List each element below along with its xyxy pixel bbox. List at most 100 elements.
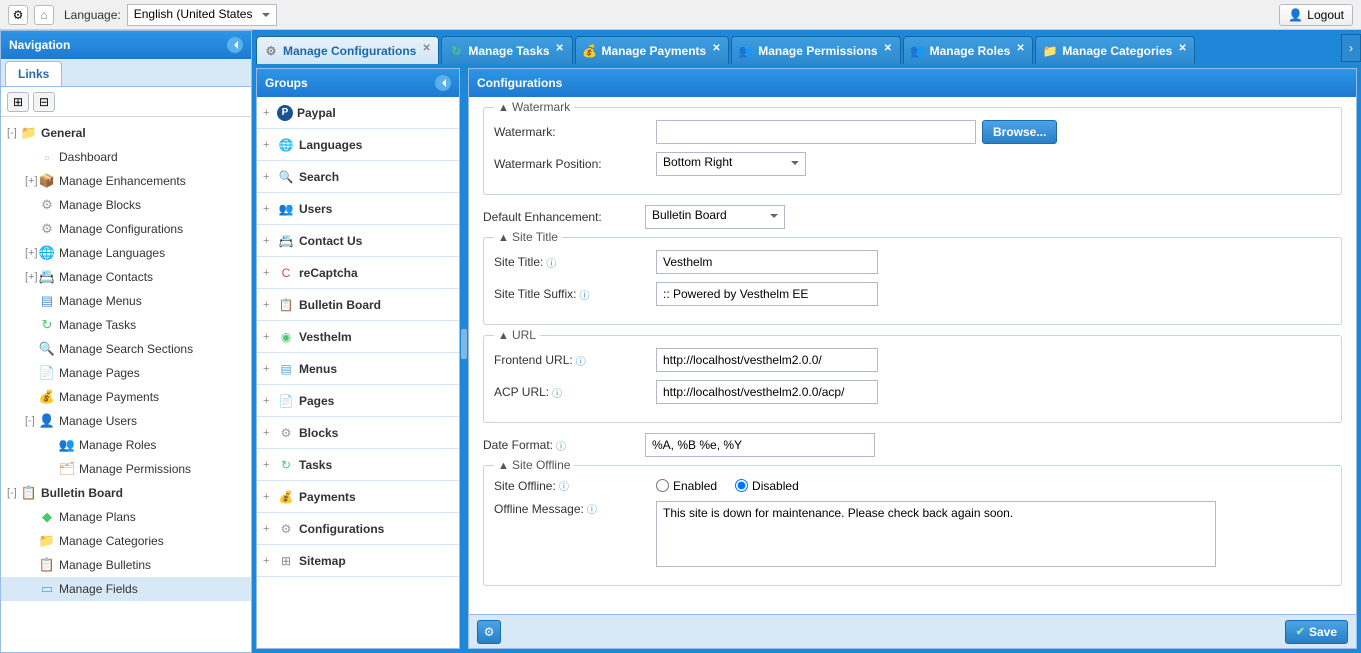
close-icon[interactable]: ✕ xyxy=(1178,43,1190,55)
close-icon[interactable]: ✕ xyxy=(1016,43,1028,55)
tree-item[interactable]: [-]👤Manage Users xyxy=(1,409,251,433)
tree-item[interactable]: 📋Manage Bulletins xyxy=(1,553,251,577)
toggle-icon[interactable]: [-] xyxy=(7,487,21,499)
collapse-icon[interactable] xyxy=(435,75,451,91)
toggle-icon[interactable]: + xyxy=(263,235,277,247)
toggle-icon[interactable]: + xyxy=(263,203,277,215)
watermark-input[interactable] xyxy=(656,120,976,144)
date-fmt-input[interactable] xyxy=(645,433,875,457)
toggle-icon[interactable]: [+] xyxy=(25,247,39,259)
close-icon[interactable]: ✕ xyxy=(422,43,434,55)
toggle-icon[interactable]: + xyxy=(263,395,277,407)
site-suffix-input[interactable] xyxy=(656,282,878,306)
help-icon[interactable]: ⓘ xyxy=(587,501,597,516)
toggle-icon[interactable]: [-] xyxy=(25,415,39,427)
help-icon[interactable]: ⓘ xyxy=(559,478,569,493)
group-item[interactable]: +🔍Search xyxy=(257,161,459,193)
language-select[interactable]: English (United States xyxy=(127,4,277,26)
group-item[interactable]: +⚙Blocks xyxy=(257,417,459,449)
tree-item[interactable]: 👥Manage Roles xyxy=(1,433,251,457)
group-item[interactable]: +💰Payments xyxy=(257,481,459,513)
tree-item[interactable]: [+]📦Manage Enhancements xyxy=(1,169,251,193)
fe-url-input[interactable] xyxy=(656,348,878,372)
save-button[interactable]: Save xyxy=(1285,620,1348,644)
toggle-icon[interactable]: + xyxy=(263,491,277,503)
default-enh-select[interactable]: Bulletin Board xyxy=(645,205,785,229)
toggle-icon[interactable]: + xyxy=(263,331,277,343)
toggle-icon[interactable]: + xyxy=(263,267,277,279)
collapse-icon[interactable] xyxy=(227,37,243,53)
help-icon[interactable]: ⓘ xyxy=(546,255,556,270)
tree-item[interactable]: [+]📇Manage Contacts xyxy=(1,265,251,289)
toggle-icon[interactable]: + xyxy=(263,459,277,471)
group-item[interactable]: +📄Pages xyxy=(257,385,459,417)
cog-icon[interactable]: ⚙ xyxy=(8,5,28,25)
disabled-radio[interactable]: Disabled xyxy=(735,479,799,493)
toggle-icon[interactable]: [+] xyxy=(25,271,39,283)
tree-item[interactable]: 💰Manage Payments xyxy=(1,385,251,409)
group-item[interactable]: +👥Users xyxy=(257,193,459,225)
toggle-icon[interactable]: [-] xyxy=(7,127,21,139)
tree-item[interactable]: 🔍Manage Search Sections xyxy=(1,337,251,361)
group-item[interactable]: +📇Contact Us xyxy=(257,225,459,257)
collapse-all-icon[interactable]: ⊟ xyxy=(33,92,55,112)
group-item[interactable]: +🌐Languages xyxy=(257,129,459,161)
tree-item[interactable]: 🗂Manage Permissions xyxy=(1,457,251,481)
group-item[interactable]: +▤Menus xyxy=(257,353,459,385)
tree-item[interactable]: ↻Manage Tasks xyxy=(1,313,251,337)
workspace-tab[interactable]: 👥Manage Roles✕ xyxy=(903,36,1034,64)
group-item[interactable]: +◉Vesthelm xyxy=(257,321,459,353)
watermark-pos-select[interactable]: Bottom Right xyxy=(656,152,806,176)
site-title-input[interactable] xyxy=(656,250,878,274)
expand-all-icon[interactable]: ⊞ xyxy=(7,92,29,112)
home-icon[interactable]: ⌂ xyxy=(34,5,54,25)
group-item[interactable]: +📋Bulletin Board xyxy=(257,289,459,321)
toggle-icon[interactable]: + xyxy=(263,299,277,311)
workspace-tab[interactable]: 👥Manage Permissions✕ xyxy=(731,36,900,64)
close-icon[interactable]: ✕ xyxy=(712,43,724,55)
tab-links[interactable]: Links xyxy=(5,61,62,86)
toggle-icon[interactable]: + xyxy=(263,363,277,375)
tree-item[interactable]: 📄Manage Pages xyxy=(1,361,251,385)
toggle-icon[interactable]: + xyxy=(263,139,277,151)
group-item[interactable]: +⚙Configurations xyxy=(257,513,459,545)
tree-item[interactable]: ◆Manage Plans xyxy=(1,505,251,529)
tree-item[interactable]: ⚙Manage Configurations xyxy=(1,217,251,241)
toggle-icon[interactable]: + xyxy=(263,427,277,439)
group-item[interactable]: +⊞Sitemap xyxy=(257,545,459,577)
workspace-tab[interactable]: 💰Manage Payments✕ xyxy=(575,36,730,64)
workspace-tab[interactable]: 📁Manage Categories✕ xyxy=(1035,36,1195,64)
tree-item[interactable]: [+]🌐Manage Languages xyxy=(1,241,251,265)
help-icon[interactable]: ⓘ xyxy=(576,353,586,368)
help-icon[interactable]: ⓘ xyxy=(552,385,562,400)
browse-button[interactable]: Browse... xyxy=(982,120,1057,144)
close-icon[interactable]: ✕ xyxy=(556,43,568,55)
help-icon[interactable]: ⓘ xyxy=(556,438,566,453)
workspace-tab[interactable]: ⚙Manage Configurations✕ xyxy=(256,36,439,64)
acp-url-input[interactable] xyxy=(656,380,878,404)
toggle-icon[interactable]: + xyxy=(263,523,277,535)
group-item[interactable]: +CreCaptcha xyxy=(257,257,459,289)
logout-button[interactable]: 👤Logout xyxy=(1279,4,1353,26)
toggle-icon[interactable]: + xyxy=(263,107,277,119)
enabled-radio[interactable]: Enabled xyxy=(656,479,717,493)
group-item[interactable]: +↻Tasks xyxy=(257,449,459,481)
toggle-icon[interactable]: + xyxy=(263,171,277,183)
close-icon[interactable]: ✕ xyxy=(884,43,896,55)
tree-item[interactable]: ⚙Manage Blocks xyxy=(1,193,251,217)
group-item[interactable]: +PPaypal xyxy=(257,97,459,129)
tree-item[interactable]: [-]📁General xyxy=(1,121,251,145)
tab-scroll-right[interactable]: › xyxy=(1341,34,1361,62)
toggle-icon[interactable]: [+] xyxy=(25,175,39,187)
help-icon[interactable]: ⓘ xyxy=(579,287,589,302)
workspace-tab[interactable]: ↻Manage Tasks✕ xyxy=(441,36,572,64)
gear-button[interactable]: ⚙ xyxy=(477,620,501,644)
tree-item[interactable]: [-]📋Bulletin Board xyxy=(1,481,251,505)
splitter[interactable] xyxy=(460,68,468,649)
tree-item[interactable]: 📁Manage Categories xyxy=(1,529,251,553)
tree-item[interactable]: ▫Dashboard xyxy=(1,145,251,169)
tree-item[interactable]: ▭Manage Fields xyxy=(1,577,251,601)
tree-item[interactable]: ▤Manage Menus xyxy=(1,289,251,313)
offline-msg-textarea[interactable]: This site is down for maintenance. Pleas… xyxy=(656,501,1216,567)
toggle-icon[interactable]: + xyxy=(263,555,277,567)
